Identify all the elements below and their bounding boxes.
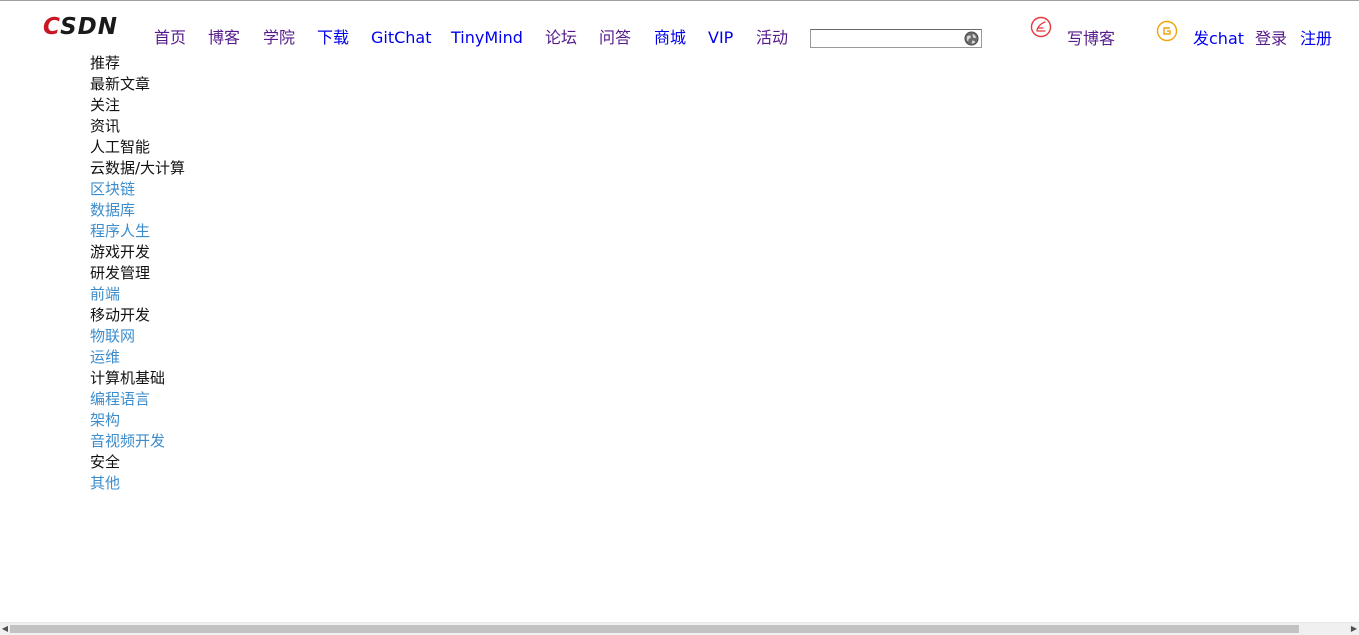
nav-forum[interactable]: 论坛	[545, 26, 577, 50]
nav-gitchat[interactable]: GitChat	[371, 26, 432, 50]
logo-letter-c: C	[43, 14, 61, 40]
category-sidebar: 推荐 最新文章 关注 资讯 人工智能 云数据/大计算 区块链 数据库 程序人生 …	[90, 53, 185, 494]
category-ops[interactable]: 运维	[90, 347, 185, 368]
nav-home[interactable]: 首页	[154, 26, 186, 50]
category-recommend[interactable]: 推荐	[90, 53, 185, 74]
category-ai[interactable]: 人工智能	[90, 137, 185, 158]
category-cs-basics[interactable]: 计算机基础	[90, 368, 185, 389]
category-rd-management[interactable]: 研发管理	[90, 263, 185, 284]
nav-qa[interactable]: 问答	[599, 26, 631, 50]
csdn-logo[interactable]: CSDN	[43, 13, 118, 41]
write-blog-icon[interactable]	[1030, 16, 1052, 38]
category-programmer-life[interactable]: 程序人生	[90, 221, 185, 242]
category-blockchain[interactable]: 区块链	[90, 179, 185, 200]
register-link[interactable]: 注册	[1300, 27, 1332, 51]
category-architecture[interactable]: 架构	[90, 410, 185, 431]
category-latest[interactable]: 最新文章	[90, 74, 185, 95]
horizontal-scrollbar[interactable]: ◀ ▶	[0, 622, 1359, 635]
scrollbar-thumb[interactable]	[10, 625, 1299, 633]
top-border	[0, 0, 1359, 1]
category-frontend[interactable]: 前端	[90, 284, 185, 305]
category-other[interactable]: 其他	[90, 473, 185, 494]
write-blog-link[interactable]: 写博客	[1067, 27, 1115, 51]
nav-academy[interactable]: 学院	[263, 26, 295, 50]
nav-vip[interactable]: VIP	[708, 26, 733, 50]
page: CSDN 首页 博客 学院 下载 GitChat TinyMind 论坛 问答 …	[0, 0, 1359, 635]
globe-icon[interactable]	[964, 31, 979, 46]
nav-blog[interactable]: 博客	[208, 26, 240, 50]
nav-tinymind[interactable]: TinyMind	[451, 26, 523, 50]
scroll-left-icon[interactable]: ◀	[0, 623, 10, 635]
nav-events[interactable]: 活动	[756, 26, 788, 50]
category-game-dev[interactable]: 游戏开发	[90, 242, 185, 263]
category-database[interactable]: 数据库	[90, 200, 185, 221]
post-chat-link[interactable]: 发chat	[1193, 27, 1244, 51]
login-link[interactable]: 登录	[1255, 27, 1287, 51]
category-languages[interactable]: 编程语言	[90, 389, 185, 410]
category-av-dev[interactable]: 音视频开发	[90, 431, 185, 452]
category-cloud[interactable]: 云数据/大计算	[90, 158, 185, 179]
logo-letters-rest: SDN	[60, 14, 118, 40]
nav-download[interactable]: 下载	[317, 26, 349, 50]
nav-mall[interactable]: 商城	[654, 26, 686, 50]
category-security[interactable]: 安全	[90, 452, 185, 473]
category-mobile-dev[interactable]: 移动开发	[90, 305, 185, 326]
category-follow[interactable]: 关注	[90, 95, 185, 116]
search-input[interactable]	[811, 32, 965, 50]
chat-icon[interactable]	[1156, 20, 1178, 42]
category-news[interactable]: 资讯	[90, 116, 185, 137]
search-box	[810, 29, 982, 50]
scroll-right-icon[interactable]: ▶	[1349, 623, 1359, 635]
category-iot[interactable]: 物联网	[90, 326, 185, 347]
